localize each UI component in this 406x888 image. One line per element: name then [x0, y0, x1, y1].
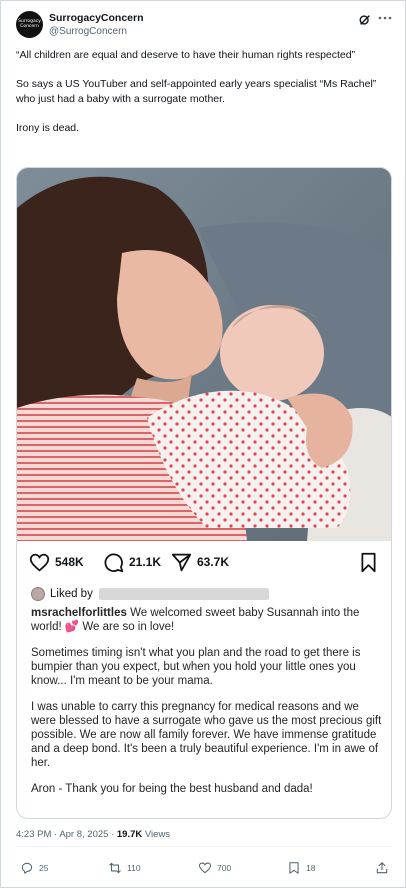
- caption-paragraph: msrachelforlittles We welcomed sweet bab…: [31, 606, 383, 634]
- tweet-paragraph: So says a US YouTuber and self-appointed…: [16, 78, 377, 105]
- meta-separator: ·: [108, 829, 117, 840]
- tweet-date[interactable]: Apr 8, 2025: [59, 829, 108, 840]
- photo-mother-and-baby[interactable]: [17, 168, 391, 541]
- like-button[interactable]: 700: [198, 861, 231, 875]
- view-count: 19.7K: [116, 829, 143, 840]
- instagram-action-bar: 548K 21.1K 63.7K: [17, 551, 391, 573]
- ig-share[interactable]: 63.7K: [171, 551, 229, 573]
- heart-icon: [29, 553, 50, 572]
- grok-icon[interactable]: [358, 13, 372, 27]
- views-label: Views: [142, 829, 171, 840]
- embedded-image-card[interactable]: 548K 21.1K 63.7K Liked by msrachelforlit…: [16, 167, 392, 819]
- reply-button[interactable]: 25: [20, 861, 48, 875]
- tweet-paragraph: “All children are equal and deserve to h…: [16, 49, 356, 61]
- redacted-usernames: [98, 588, 269, 600]
- ig-save[interactable]: [358, 551, 379, 573]
- divider: [16, 846, 392, 847]
- tweet-text: “All children are equal and deserve to h…: [16, 48, 394, 150]
- bookmark-icon: [361, 552, 376, 572]
- repost-count: 110: [127, 863, 141, 873]
- repost-button[interactable]: 110: [108, 861, 141, 875]
- liked-by-avatar: [31, 587, 45, 601]
- bookmark-icon: [289, 862, 299, 874]
- bookmark-count: 18: [306, 863, 316, 873]
- caption-paragraph: I was unable to carry this pregnancy for…: [31, 701, 382, 769]
- caption-username: msrachelforlittles: [31, 607, 127, 619]
- liked-by-row: Liked by: [31, 586, 269, 602]
- tweet-meta: 4:23 PM · Apr 8, 2025 · 19.7K Views: [16, 829, 170, 840]
- ig-comment-count: 21.1K: [129, 555, 162, 569]
- send-icon: [171, 553, 192, 571]
- share-button[interactable]: [375, 861, 394, 875]
- like-count: 700: [217, 863, 232, 873]
- ig-like[interactable]: 548K: [29, 551, 84, 573]
- ig-like-count: 548K: [55, 555, 84, 569]
- heart-icon: [198, 862, 212, 874]
- instagram-caption: msrachelforlittles We welcomed sweet bab…: [31, 606, 383, 808]
- comment-icon: [104, 553, 124, 572]
- tweet-action-bar: 25 110 700 18: [0, 861, 406, 879]
- reply-icon: [21, 862, 33, 874]
- bookmark-button[interactable]: 18: [287, 861, 315, 875]
- caption-paragraph: Sometimes timing isn't what you plan and…: [31, 647, 361, 687]
- reply-count: 25: [39, 863, 49, 873]
- ig-comment[interactable]: 21.1K: [103, 551, 161, 573]
- ig-share-count: 63.7K: [197, 555, 230, 569]
- more-options-icon[interactable]: [377, 10, 393, 26]
- author-name[interactable]: SurrogacyConcern: [49, 12, 144, 24]
- caption-paragraph: Aron - Thank you for being the best husb…: [31, 783, 313, 795]
- share-icon: [376, 862, 388, 874]
- liked-by-label: Liked by: [50, 588, 93, 600]
- tweet-time[interactable]: 4:23 PM: [16, 829, 51, 840]
- repost-icon: [109, 862, 121, 874]
- author-handle[interactable]: @SurrogConcern: [49, 26, 127, 37]
- avatar[interactable]: Surrogacy Concern: [16, 11, 43, 38]
- tweet-paragraph: Irony is dead.: [16, 122, 80, 134]
